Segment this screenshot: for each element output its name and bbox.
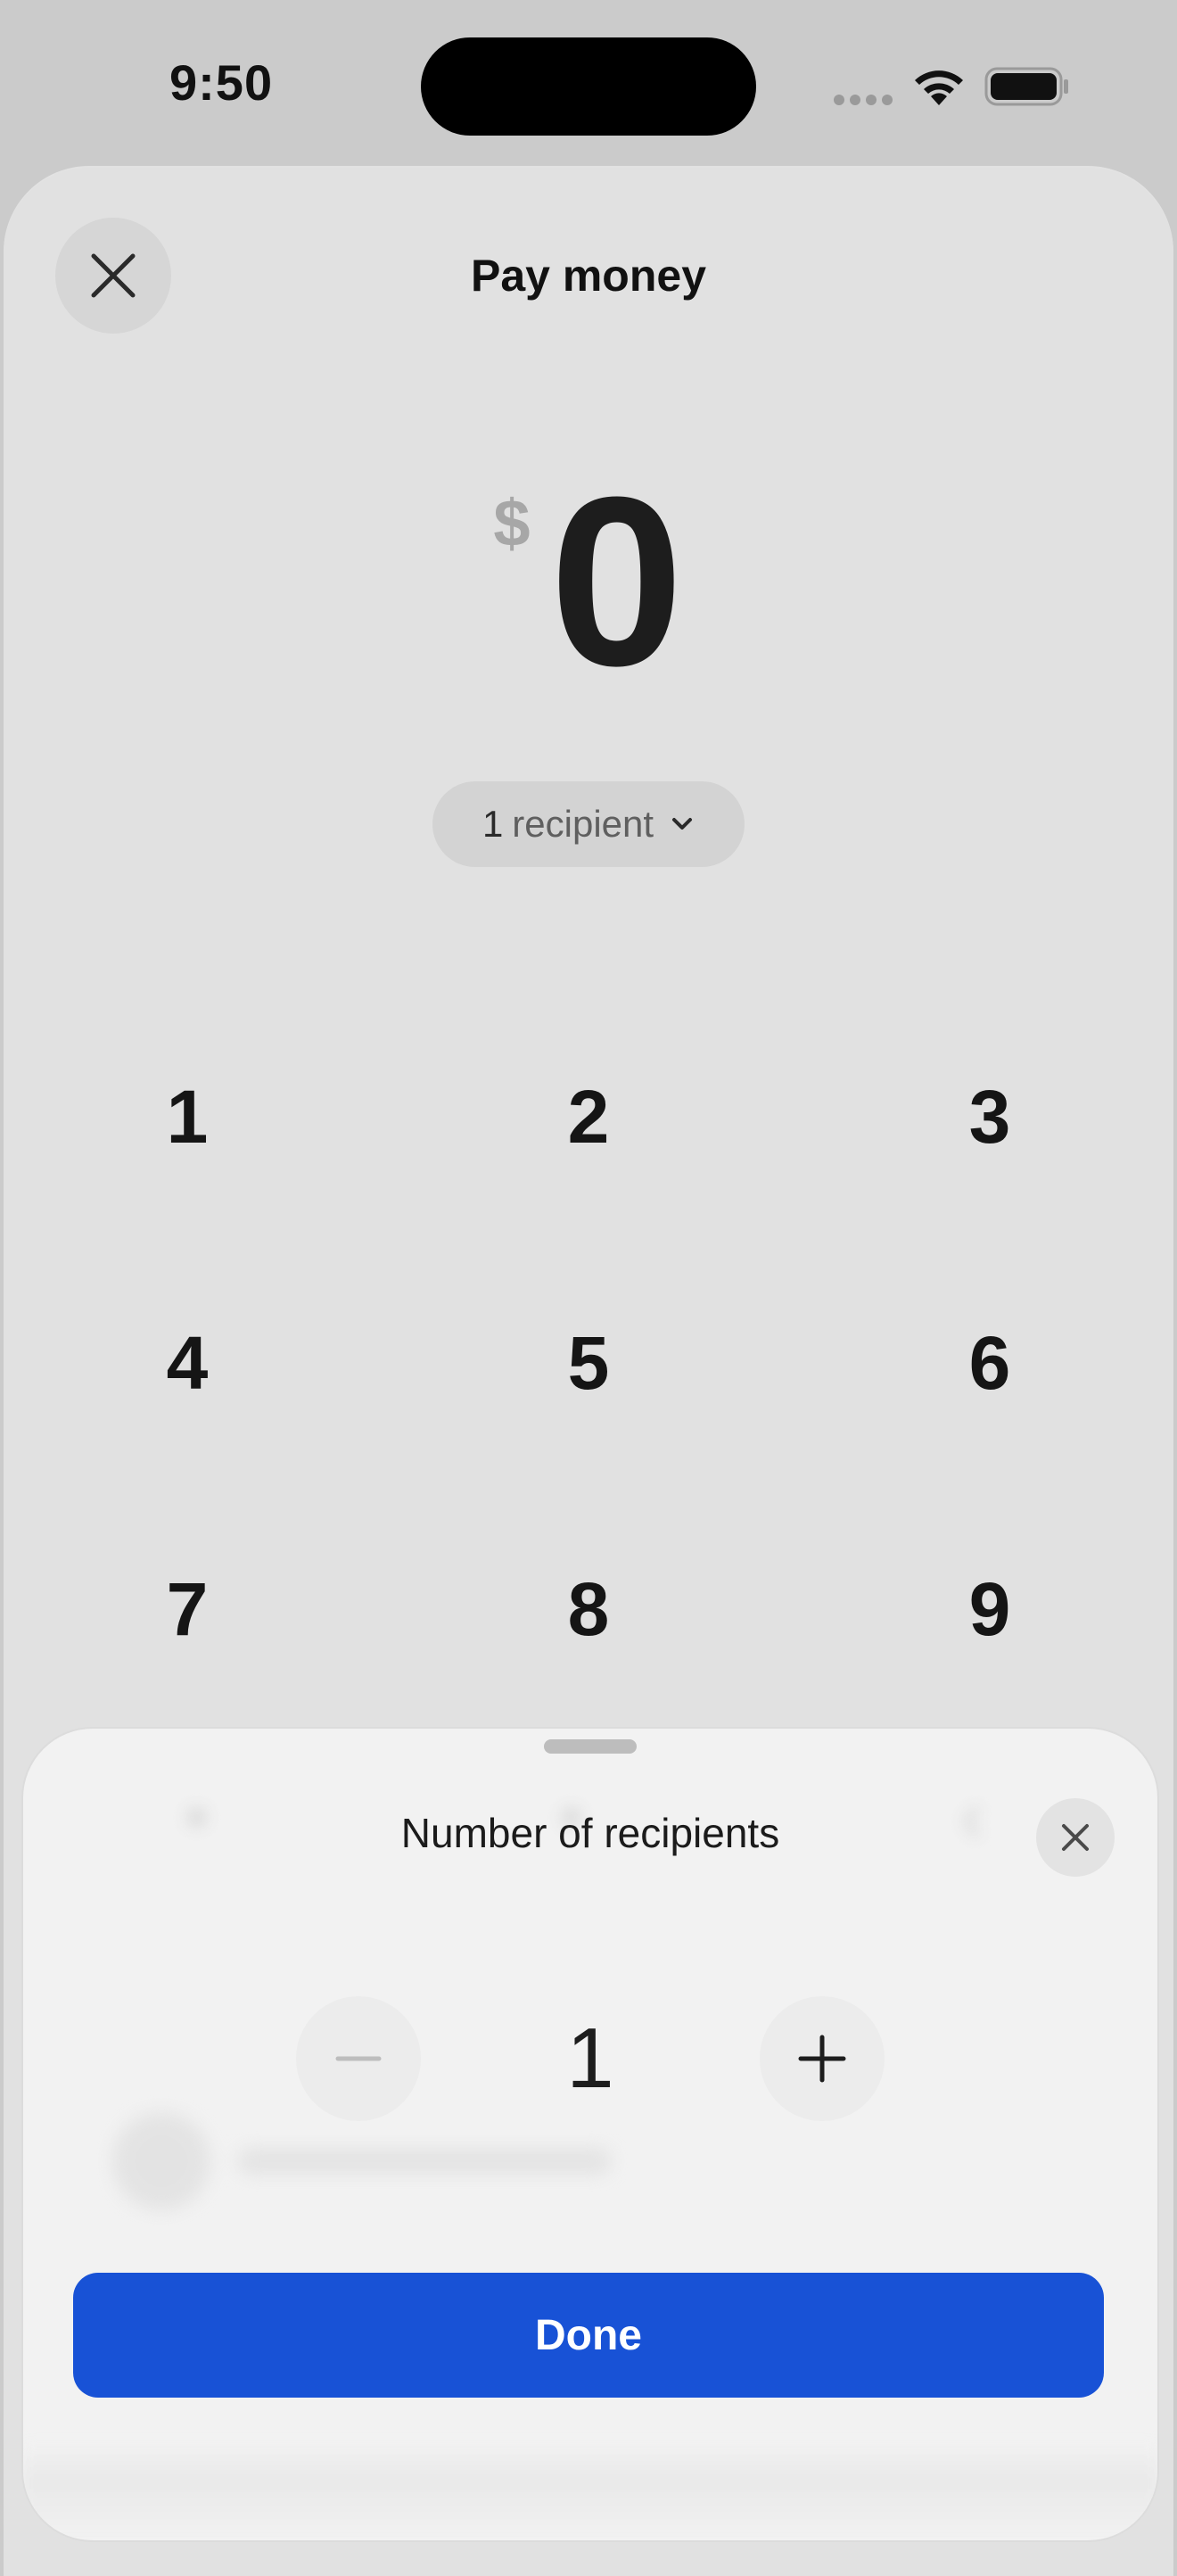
sheet-grabber[interactable] — [544, 1739, 637, 1754]
battery-icon — [984, 67, 1068, 106]
blurred-background-band — [23, 2442, 1157, 2540]
sheet-close-button[interactable] — [1036, 1798, 1115, 1877]
increment-button[interactable] — [760, 1996, 885, 2121]
status-bar: 9:50 — [0, 0, 1177, 169]
decrement-button[interactable] — [296, 1996, 421, 2121]
keypad-key-3[interactable]: 3 — [856, 1045, 1124, 1188]
keypad-key-2[interactable]: 2 — [455, 1045, 722, 1188]
keypad-key-5[interactable]: 5 — [455, 1292, 722, 1434]
recipients-sheet: • • ‹ Number of recipients 1 Done — [21, 1727, 1159, 2542]
recipient-selector[interactable]: 1 recipient — [432, 781, 745, 867]
keypad-key-9[interactable]: 9 — [856, 1538, 1124, 1680]
amount-value: 0 — [549, 448, 684, 716]
plus-icon — [798, 2035, 846, 2083]
keypad-key-6[interactable]: 6 — [856, 1292, 1124, 1434]
page-title: Pay money — [470, 251, 706, 301]
recipient-stepper: 1 — [23, 1996, 1157, 2121]
chevron-down-icon — [672, 818, 693, 830]
sheet-title: Number of recipients — [400, 1810, 780, 1856]
dynamic-island — [421, 37, 756, 136]
amount-display: $ 0 — [4, 462, 1173, 703]
close-icon — [1062, 1824, 1089, 1851]
keypad-key-8[interactable]: 8 — [455, 1538, 722, 1680]
keypad-key-7[interactable]: 7 — [54, 1538, 321, 1680]
recipient-label: recipient — [512, 803, 654, 845]
keypad-key-4[interactable]: 4 — [54, 1292, 321, 1434]
status-time: 9:50 — [169, 54, 274, 111]
cellular-dots-icon — [834, 95, 893, 105]
wifi-icon — [915, 70, 963, 105]
stepper-value: 1 — [566, 2010, 614, 2106]
currency-symbol: $ — [493, 486, 531, 560]
done-button[interactable]: Done — [73, 2273, 1104, 2398]
recipient-count: 1 — [482, 803, 504, 845]
keypad-key-1[interactable]: 1 — [54, 1045, 321, 1188]
minus-icon — [335, 2056, 382, 2061]
